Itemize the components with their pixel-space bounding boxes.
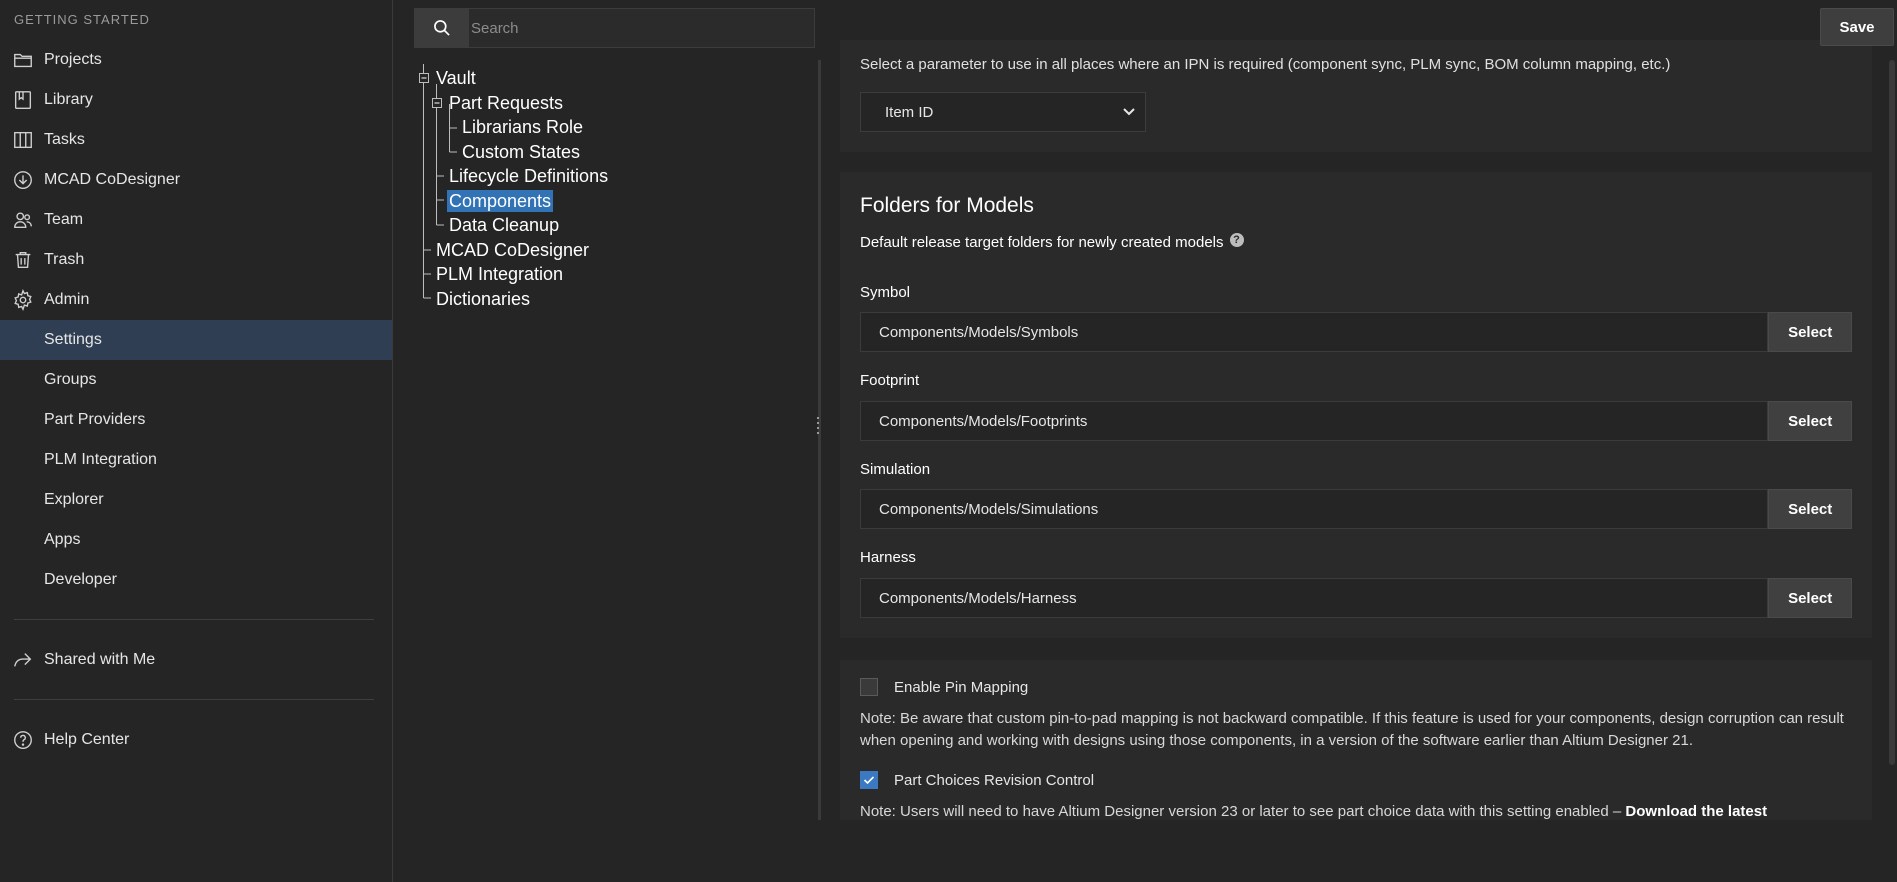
- sidebar-item-label: Team: [44, 211, 84, 228]
- sidebar-item-label: Projects: [44, 51, 102, 68]
- tree-node-components[interactable]: Components: [447, 190, 554, 212]
- tree-node-librarians-role[interactable]: Librarians Role: [462, 116, 583, 138]
- sidebar-item-label: Trash: [44, 251, 85, 268]
- sidebar-item-label: Apps: [44, 531, 81, 548]
- sidebar-item-label: Settings: [44, 331, 102, 348]
- sidebar-item-part-providers[interactable]: Part Providers: [0, 400, 392, 440]
- pin-mapping-label: Enable Pin Mapping: [894, 678, 1029, 696]
- folders-card: Folders for Models Default release targe…: [840, 172, 1872, 638]
- simulation-label: Simulation: [860, 461, 931, 478]
- tree-node-part-requests[interactable]: Part Requests: [449, 92, 563, 114]
- sidebar-heading: GETTING STARTED: [14, 12, 150, 27]
- pin-mapping-note: Note: Be aware that custom pin-to-pad ma…: [860, 710, 1844, 749]
- sidebar-divider: [14, 699, 374, 700]
- library-icon: [0, 89, 44, 111]
- sidebar-item-settings[interactable]: Settings: [0, 320, 392, 360]
- harness-folder-input[interactable]: [860, 578, 1769, 618]
- simulation-select-button[interactable]: Select: [1768, 489, 1852, 529]
- tree-node-vault[interactable]: Vault: [436, 67, 476, 89]
- sidebar-item-trash[interactable]: Trash: [0, 240, 392, 280]
- part-choices-note: Note: Users will need to have Altium Des…: [860, 801, 1860, 820]
- sidebar-item-plm-integration[interactable]: PLM Integration: [0, 440, 392, 480]
- tree-node-custom-states[interactable]: Custom States: [462, 141, 580, 163]
- sidebar-divider: [14, 619, 374, 620]
- collapse-toggle-part-requests[interactable]: [432, 98, 442, 108]
- harness-row: Select: [860, 578, 1852, 618]
- download-circle-icon: [0, 169, 44, 191]
- symbol-label: Symbol: [860, 284, 911, 301]
- symbol-folder-input[interactable]: [860, 312, 1769, 352]
- sidebar-item-label: Part Providers: [44, 411, 146, 428]
- simulation-row: Select: [860, 489, 1852, 529]
- content-scrollbar[interactable]: [1889, 60, 1895, 765]
- ipn-card: Select a parameter to use in all places …: [840, 40, 1872, 152]
- help-icon[interactable]: ?: [1229, 232, 1244, 247]
- harness-label: Harness: [860, 549, 916, 566]
- collapse-toggle-vault[interactable]: [419, 73, 429, 83]
- help-circle-icon: [0, 729, 44, 751]
- pin-mapping-option[interactable]: Enable Pin Mapping: [860, 678, 1028, 696]
- part-choices-option[interactable]: Part Choices Revision Control: [860, 771, 1094, 789]
- sidebar-item-team[interactable]: Team: [0, 200, 392, 240]
- part-choices-label: Part Choices Revision Control: [894, 771, 1095, 789]
- tree-node-lifecycle-definitions[interactable]: Lifecycle Definitions: [449, 165, 608, 187]
- sidebar-item-projects[interactable]: Projects: [0, 40, 392, 80]
- sidebar-item-tasks[interactable]: Tasks: [0, 120, 392, 160]
- footprint-label: Footprint: [860, 372, 920, 389]
- sidebar-item-label: Admin: [44, 291, 90, 308]
- footprint-select-button[interactable]: Select: [1768, 401, 1852, 441]
- tasks-icon: [0, 129, 44, 151]
- sidebar-item-shared[interactable]: Shared with Me: [0, 640, 392, 680]
- sidebar-item-help-center[interactable]: Help Center: [0, 720, 392, 760]
- sidebar-item-label: Library: [44, 91, 93, 108]
- harness-select-button[interactable]: Select: [1768, 578, 1852, 618]
- sidebar-item-label: Help Center: [44, 731, 130, 748]
- folder-icon: [0, 49, 44, 71]
- settings-content: Select a parameter to use in all places …: [821, 0, 1897, 882]
- ipn-description: Select a parameter to use in all places …: [860, 56, 1671, 73]
- sidebar-item-admin[interactable]: Admin: [0, 280, 392, 320]
- save-button[interactable]: Save: [1820, 8, 1894, 46]
- tree-node-mcad-codesigner[interactable]: MCAD CoDesigner: [436, 239, 589, 261]
- part-choices-checkbox[interactable]: [860, 771, 878, 789]
- tree-node-dictionaries[interactable]: Dictionaries: [436, 288, 530, 310]
- simulation-folder-input[interactable]: [860, 489, 1769, 529]
- share-icon: [0, 649, 44, 671]
- footprint-row: Select: [860, 401, 1852, 441]
- sidebar-item-label: Shared with Me: [44, 651, 156, 668]
- ipn-parameter-select[interactable]: Item ID: [860, 92, 1146, 132]
- sidebar-item-label: PLM Integration: [44, 451, 157, 468]
- footprint-folder-input[interactable]: [860, 401, 1769, 441]
- check-icon: [863, 776, 875, 785]
- sidebar-item-mcad-codesigner[interactable]: MCAD CoDesigner: [0, 160, 392, 200]
- sidebar-item-label: Groups: [44, 371, 97, 388]
- folders-title: Folders for Models: [860, 194, 1034, 217]
- sidebar-item-label: Tasks: [44, 131, 85, 148]
- sidebar-item-label: Explorer: [44, 491, 104, 508]
- sidebar-item-library[interactable]: Library: [0, 80, 392, 120]
- trash-icon: [0, 249, 44, 271]
- symbol-row: Select: [860, 312, 1852, 352]
- download-latest-link[interactable]: Download the latest: [1625, 803, 1767, 820]
- tree-node-plm-integration[interactable]: PLM Integration: [436, 263, 563, 285]
- folders-subtitle: Default release target folders for newly…: [860, 232, 1244, 251]
- sidebar: GETTING STARTED Projects Library Tasks M…: [0, 0, 393, 882]
- sidebar-item-label: Developer: [44, 571, 117, 588]
- sidebar-item-developer[interactable]: Developer: [0, 560, 392, 600]
- part-choices-note-text: Note: Users will need to have Altium Des…: [860, 803, 1626, 820]
- chevron-down-icon: [1123, 108, 1135, 116]
- options-card: Enable Pin Mapping Note: Be aware that c…: [840, 660, 1872, 820]
- team-icon: [0, 209, 44, 231]
- gear-icon: [0, 289, 44, 311]
- sidebar-item-explorer[interactable]: Explorer: [0, 480, 392, 520]
- symbol-select-button[interactable]: Select: [1768, 312, 1852, 352]
- tree-panel: Vault Part Requests Librarians Role Cust…: [393, 0, 821, 882]
- sidebar-item-groups[interactable]: Groups: [0, 360, 392, 400]
- ipn-selected-value: Item ID: [885, 103, 934, 121]
- folders-subtitle-text: Default release target folders for newly…: [860, 234, 1224, 251]
- sidebar-item-label: MCAD CoDesigner: [44, 171, 181, 188]
- sidebar-item-apps[interactable]: Apps: [0, 520, 392, 560]
- pin-mapping-checkbox[interactable]: [860, 678, 878, 696]
- tree-node-data-cleanup[interactable]: Data Cleanup: [449, 214, 559, 236]
